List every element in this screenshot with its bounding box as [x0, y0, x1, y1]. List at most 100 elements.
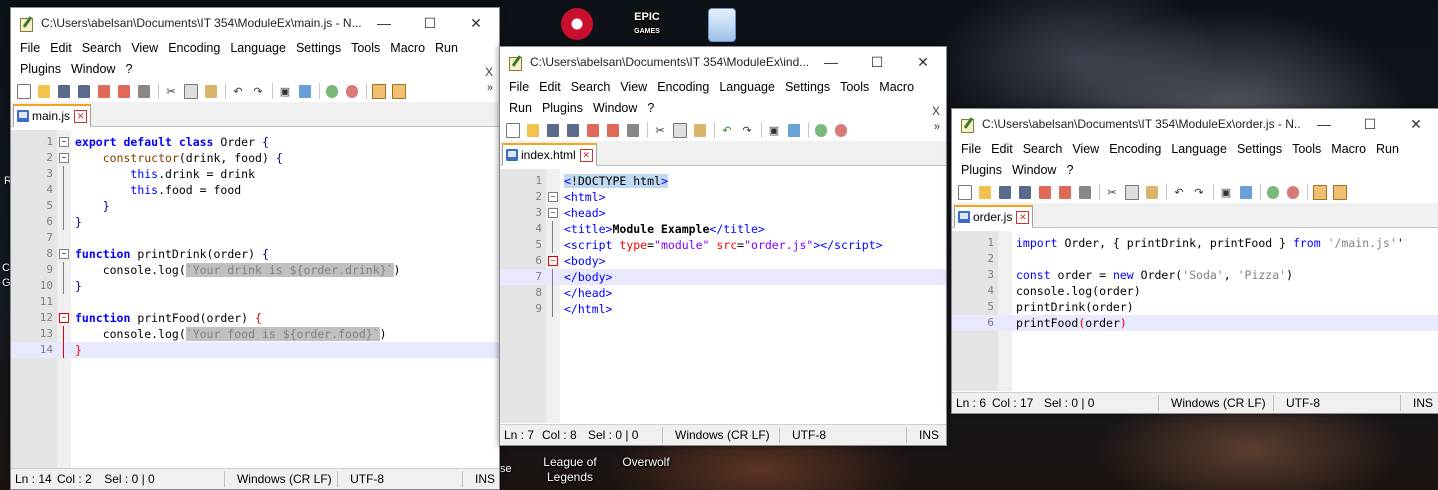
find-icon[interactable]: ▣ [276, 82, 294, 100]
desktop-icon-game[interactable] [545, 8, 609, 42]
menu-settings[interactable]: Settings [1232, 140, 1287, 159]
minimize-button[interactable]: — [1301, 109, 1347, 139]
menu-settings[interactable]: Settings [291, 39, 346, 58]
title-bar[interactable]: C:\Users\abelsan\Documents\IT 354\Module… [952, 109, 1438, 139]
new-file-icon[interactable] [504, 121, 522, 139]
menu-settings[interactable]: Settings [780, 78, 835, 97]
code-line[interactable]: 14} [11, 342, 499, 358]
menu-window[interactable]: Window [1007, 161, 1061, 180]
print-icon[interactable] [1076, 183, 1094, 201]
code-line[interactable]: 5 printDrink(order) [952, 299, 1438, 315]
notepadpp-window-index-html[interactable]: C:\Users\abelsan\Documents\IT 354\Module… [499, 46, 947, 446]
code-line[interactable]: 2 constructor(drink, food) { [11, 150, 499, 166]
menu-window[interactable]: Window [66, 60, 120, 79]
menu-run[interactable]: Run [504, 99, 537, 118]
redo-icon[interactable]: ↷ [1190, 183, 1208, 201]
new-file-icon[interactable] [15, 82, 33, 100]
word-wrap-icon[interactable] [1331, 183, 1349, 201]
menu-edit[interactable]: Edit [45, 39, 77, 58]
menu-language[interactable]: Language [1166, 140, 1232, 159]
open-file-icon[interactable] [976, 183, 994, 201]
menu-macro[interactable]: Macro [874, 78, 919, 97]
notepadpp-window-main-js[interactable]: C:\Users\abelsan\Documents\IT 354\Module… [10, 7, 500, 490]
sync-scroll-icon[interactable] [370, 82, 388, 100]
paste-icon[interactable] [691, 121, 709, 139]
menu-view[interactable]: View [615, 78, 652, 97]
desktop-icon-epic-games[interactable]: EPIC GAMES [615, 8, 679, 39]
tab-main-js[interactable]: main.js ✕ [13, 104, 92, 127]
menu-help[interactable]: ? [1061, 161, 1078, 180]
close-all-icon[interactable] [115, 82, 133, 100]
open-file-icon[interactable] [35, 82, 53, 100]
menu-macro[interactable]: Macro [1326, 140, 1371, 159]
code-line[interactable]: 6} [11, 214, 499, 230]
tab-close-icon[interactable]: ✕ [74, 109, 88, 123]
toolbar-overflow-icon[interactable]: » [487, 82, 493, 94]
code-line[interactable]: 7 </body> [500, 269, 946, 285]
menu-plugins[interactable]: Plugins [537, 99, 588, 118]
print-icon[interactable] [135, 82, 153, 100]
save-all-icon[interactable] [1016, 183, 1034, 201]
fold-toggle-icon[interactable]: − [548, 192, 558, 202]
copy-icon[interactable] [671, 121, 689, 139]
code-line[interactable]: 3 const order = new Order('Soda', 'Pizza'… [952, 267, 1438, 283]
menu-file[interactable]: File [956, 140, 986, 159]
menu-tools[interactable]: Tools [1287, 140, 1326, 159]
menu-view[interactable]: View [126, 39, 163, 58]
code-line[interactable]: 5 <script type="module" src="order.js"></… [500, 237, 946, 253]
close-button[interactable]: ✕ [453, 8, 499, 38]
print-icon[interactable] [624, 121, 642, 139]
code-line[interactable]: 8 </head> [500, 285, 946, 301]
code-line[interactable]: 13 console.log(`Your food is ${order.foo… [11, 326, 499, 342]
find-icon[interactable]: ▣ [765, 121, 783, 139]
menu-run[interactable]: Run [430, 39, 463, 58]
replace-icon[interactable] [785, 121, 803, 139]
zoom-in-icon[interactable] [1264, 183, 1282, 201]
menu-plugins[interactable]: Plugins [956, 161, 1007, 180]
title-bar[interactable]: C:\Users\abelsan\Documents\IT 354\Module… [500, 47, 946, 77]
code-line[interactable]: 4 console.log(order) [952, 283, 1438, 299]
desktop-icon-league[interactable]: League of Legends [538, 455, 602, 485]
fold-toggle-icon[interactable]: − [548, 256, 558, 266]
undo-icon[interactable]: ↶ [1170, 183, 1188, 201]
cut-icon[interactable]: ✂ [651, 121, 669, 139]
save-all-icon[interactable] [75, 82, 93, 100]
new-file-icon[interactable] [956, 183, 974, 201]
find-icon[interactable]: ▣ [1217, 183, 1235, 201]
copy-icon[interactable] [182, 82, 200, 100]
code-line[interactable]: 12 function printFood(order) { [11, 310, 499, 326]
code-line[interactable]: 3 <head> [500, 205, 946, 221]
menu-encoding[interactable]: Encoding [1104, 140, 1166, 159]
code-line[interactable]: 9 console.log(`Your drink is ${order.dri… [11, 262, 499, 278]
close-icon[interactable] [95, 82, 113, 100]
menu-help[interactable]: ? [642, 99, 659, 118]
status-insert-mode[interactable]: INS [471, 472, 499, 486]
save-icon[interactable] [544, 121, 562, 139]
menu-language[interactable]: Language [225, 39, 291, 58]
code-line[interactable]: 8 function printDrink(order) { [11, 246, 499, 262]
status-insert-mode[interactable]: INS [1409, 396, 1437, 410]
code-line[interactable]: 2 <html> [500, 189, 946, 205]
close-icon[interactable] [584, 121, 602, 139]
menu-view[interactable]: View [1067, 140, 1104, 159]
replace-icon[interactable] [1237, 183, 1255, 201]
title-bar[interactable]: C:\Users\abelsan\Documents\IT 354\Module… [11, 8, 499, 38]
close-icon[interactable] [1036, 183, 1054, 201]
status-insert-mode[interactable]: INS [915, 428, 943, 442]
tab-close-icon[interactable]: ✕ [1016, 210, 1030, 224]
replace-icon[interactable] [296, 82, 314, 100]
zoom-out-icon[interactable] [832, 121, 850, 139]
code-line[interactable]: 2 [952, 251, 1438, 267]
menu-search[interactable]: Search [566, 78, 616, 97]
desktop-icon-overwolf[interactable]: Overwolf [614, 455, 678, 470]
code-line[interactable]: 6 <body> [500, 253, 946, 269]
zoom-in-icon[interactable] [323, 82, 341, 100]
menu-edit[interactable]: Edit [534, 78, 566, 97]
code-line[interactable]: 3 this.drink = drink [11, 166, 499, 182]
redo-icon[interactable]: ↷ [249, 82, 267, 100]
menu-search[interactable]: Search [77, 39, 127, 58]
redo-icon[interactable]: ↷ [738, 121, 756, 139]
fold-toggle-icon[interactable]: − [59, 153, 69, 163]
close-button[interactable]: ✕ [1393, 109, 1438, 139]
menu-tools[interactable]: Tools [346, 39, 385, 58]
